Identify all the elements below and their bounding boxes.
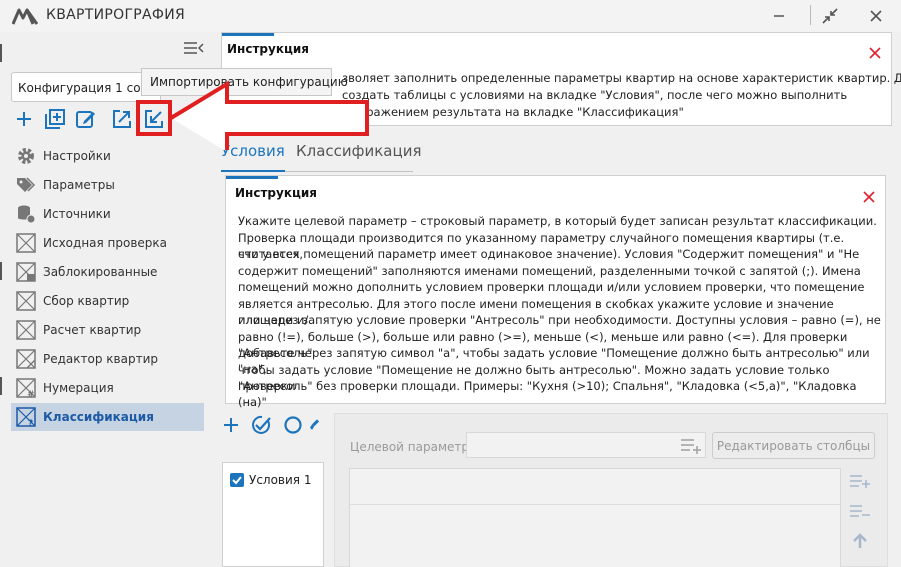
uncheck-all-button[interactable] <box>282 414 304 436</box>
target-param-select[interactable] <box>466 432 706 458</box>
sidebar-item-label: Исходная проверка <box>43 236 168 250</box>
export-icon <box>113 110 131 128</box>
numbering-icon: # <box>15 378 37 398</box>
restore-button[interactable] <box>810 0 850 32</box>
sidebar-item-label: Заблокированные <box>43 265 158 279</box>
arrow-up-icon <box>853 533 867 548</box>
list-add-icon <box>850 475 870 488</box>
sidebar-item-initial-check[interactable]: Исходная проверка <box>11 229 204 257</box>
circle-icon <box>284 416 302 434</box>
instruction-line: что у всех помещений параметр имеет один… <box>238 247 860 261</box>
tab-underline <box>285 171 413 172</box>
sidebar-item-label: Параметры <box>43 178 115 192</box>
tab-underline-active <box>221 170 285 172</box>
sidebar-item-label: Нумерация <box>43 381 114 395</box>
close-icon <box>870 10 882 22</box>
list-add-icon[interactable] <box>680 436 702 454</box>
add-row-button[interactable] <box>848 470 872 492</box>
condition-detail-panel: Целевой параметр Редактировать столбцы <box>334 413 888 567</box>
edge-mark <box>0 262 4 280</box>
close-icon <box>869 47 881 59</box>
conditions-list: Условия 1 <box>222 462 324 567</box>
instruction-line: "Антресоль" без проверки площади. Пример… <box>238 379 857 410</box>
minimize-icon <box>774 15 784 17</box>
top-instruction-line: создать таблицы с условиями на вкладке "… <box>342 88 848 102</box>
target-param-label: Целевой параметр <box>350 440 469 454</box>
database-icon <box>15 204 37 224</box>
app-title: КВАРТИРОГРАФИЯ <box>46 7 186 23</box>
conditions-instruction-panel: Инструкция Укажите целевой параметр – ст… <box>225 175 886 409</box>
top-instruction-line: зволяет заполнить определенные параметры… <box>342 71 901 85</box>
sidebar-item-sources[interactable]: Источники <box>11 200 204 228</box>
restore-icon <box>822 8 838 24</box>
remove-row-button[interactable] <box>848 500 872 522</box>
conditions-instruction-title: Инструкция <box>235 186 317 200</box>
tags-icon <box>15 175 37 195</box>
sidebar-item-collect-apartments[interactable]: Сбор квартир <box>11 287 204 315</box>
sidebar-item-classification[interactable]: ? Классификация <box>11 403 204 431</box>
add-condition-button[interactable] <box>220 414 242 436</box>
classification-icon: ? <box>15 407 37 427</box>
close-conditions-instruction-button[interactable] <box>863 189 875 207</box>
grid-divider <box>350 504 840 505</box>
minimize-button[interactable] <box>759 0 799 32</box>
sidebar-item-label: Источники <box>43 207 111 221</box>
sidebar-item-parameters[interactable]: Параметры <box>11 171 204 199</box>
collapse-sidebar-icon[interactable] <box>183 40 205 56</box>
check-icon <box>15 233 37 253</box>
accent-bar <box>222 33 274 36</box>
sidebar-item-label: Классификация <box>43 410 154 424</box>
app-logo-icon <box>12 8 38 25</box>
edge-mark <box>0 377 4 395</box>
condition-item-label[interactable]: Условия 1 <box>249 473 311 487</box>
instruction-line: Укажите целевой параметр – строковый пар… <box>238 214 877 228</box>
locked-icon <box>15 262 37 282</box>
duplicate-config-button[interactable] <box>43 107 67 131</box>
broom-icon <box>310 419 320 430</box>
sidebar-item-apartment-editor[interactable]: Редактор квартир <box>11 345 204 373</box>
top-instruction-title: Инструкция <box>227 42 309 56</box>
sidebar-item-calc-apartments[interactable]: Расчет квартир <box>11 316 204 344</box>
collect-icon <box>15 291 37 311</box>
sidebar-item-label: Расчет квартир <box>43 323 142 337</box>
check-all-button[interactable] <box>250 414 272 436</box>
edit-icon <box>76 111 95 128</box>
svg-text:#: # <box>27 390 35 398</box>
accent-bar <box>226 176 278 179</box>
export-config-button[interactable] <box>110 107 134 131</box>
close-instruction-button[interactable] <box>869 45 881 63</box>
sidebar-item-locked[interactable]: Заблокированные <box>11 258 204 286</box>
clear-conditions-button[interactable] <box>310 414 324 436</box>
close-icon <box>863 191 875 203</box>
sidebar-item-numbering[interactable]: # Нумерация <box>11 374 204 402</box>
close-button[interactable] <box>856 0 896 32</box>
checkmark-icon <box>232 476 242 485</box>
annotation-arrow <box>169 80 369 150</box>
add-config-button[interactable] <box>12 107 36 131</box>
instruction-line: содержит помещений" заполняются именами … <box>238 263 861 278</box>
sidebar-item-label: Редактор квартир <box>43 352 158 366</box>
calc-icon <box>15 320 37 340</box>
instruction-line: или через запятую условие проверки "Антр… <box>238 313 881 327</box>
svg-text:?: ? <box>28 419 33 427</box>
add-icon <box>17 112 31 126</box>
sidebar-item-label: Сбор квартир <box>43 294 130 308</box>
edit-config-button[interactable] <box>74 107 98 131</box>
check-all-icon <box>252 415 271 434</box>
config-select[interactable]: Конфигурация 1 сору <box>11 72 161 102</box>
edge-mark <box>0 44 4 62</box>
conditions-grid <box>349 468 841 567</box>
move-up-button[interactable] <box>848 530 872 552</box>
editor-icon <box>15 349 37 369</box>
instruction-line: помещений можно дополнить условием прове… <box>238 280 865 294</box>
list-remove-icon <box>850 505 870 517</box>
add-icon <box>224 418 238 432</box>
title-bar: КВАРТИРОГРАФИЯ <box>0 0 901 32</box>
condition-checkbox[interactable] <box>230 473 244 487</box>
gear-icon <box>15 146 37 166</box>
sidebar-item-label: Настройки <box>43 149 111 163</box>
duplicate-icon <box>45 109 65 129</box>
edit-columns-button[interactable]: Редактировать столбцы <box>712 432 875 459</box>
